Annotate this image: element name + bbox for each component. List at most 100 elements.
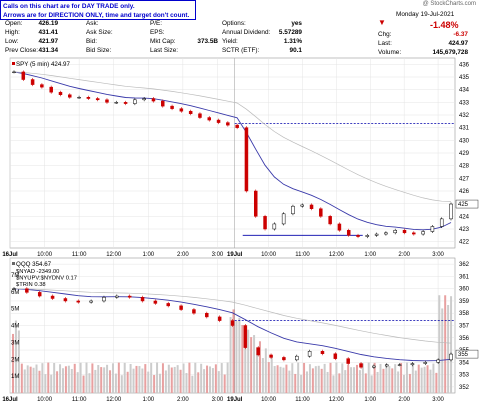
- x-tick-label: 1:00: [364, 252, 376, 258]
- volume-bar: [411, 363, 414, 393]
- candle-body: [115, 295, 119, 298]
- y-tick-label: 427: [459, 176, 470, 182]
- volume-bar: [285, 364, 288, 393]
- volume-bar: [200, 363, 203, 393]
- volume-bar: [129, 364, 132, 393]
- volume-bar: [47, 362, 50, 393]
- volume-bar: [206, 365, 209, 393]
- candle-body: [217, 316, 222, 321]
- chart-root: 422 423 424 425 426 427 428 429 430 431 432 433 434 4…: [0, 0, 480, 406]
- y-tick-label: 424: [459, 214, 470, 220]
- candle-body: [166, 303, 170, 307]
- candle-body: [170, 105, 174, 109]
- volume-bar: [341, 363, 344, 393]
- volume-bar: [420, 367, 423, 393]
- candle-body: [179, 305, 183, 310]
- candle-body: [188, 110, 193, 114]
- volume-bar: [311, 368, 314, 393]
- volume-bar: [144, 364, 147, 393]
- candle-body: [372, 365, 376, 368]
- chart-svg: 422 423 424 425 426 427 428 429 430 431 432 433 434 4…: [2, 57, 479, 403]
- volume-bar: [326, 371, 329, 393]
- volume-bar: [444, 295, 447, 393]
- quote-label: EPS:: [150, 29, 165, 36]
- y-tick-label: 423: [459, 227, 470, 233]
- volume-bar: [191, 375, 194, 393]
- candle-body: [384, 232, 388, 235]
- quote-label: Last Size:: [150, 47, 179, 54]
- volume-bar: [391, 368, 394, 393]
- y-tick-label: 357: [459, 324, 470, 330]
- volume-bar: [41, 363, 44, 393]
- volume-bar: [103, 367, 106, 393]
- volume-bar: [97, 365, 100, 393]
- volume-bar: [111, 363, 114, 393]
- volume-bar: [394, 364, 397, 393]
- candle-body: [102, 297, 106, 302]
- volume-bar: [397, 371, 400, 393]
- volume-bar: [294, 373, 297, 393]
- chg-value: -6.37: [453, 31, 468, 38]
- y-tick-label: 361: [459, 274, 470, 280]
- volume-bar: [350, 367, 353, 393]
- candle-body: [449, 203, 453, 220]
- x-tick-label: 10:00: [37, 252, 53, 258]
- x-tick-label: 2:00: [398, 397, 410, 403]
- x-tick-label: 12:00: [329, 397, 345, 403]
- volume-bar: [123, 362, 126, 393]
- quote-value: 431.41: [38, 29, 58, 36]
- volume-tick-label: 4M: [11, 324, 19, 330]
- volume-bar: [147, 371, 150, 393]
- y-tick-label: 362: [459, 262, 470, 268]
- volume-bar: [253, 335, 256, 393]
- candle-body: [256, 347, 260, 356]
- candle-body: [436, 359, 440, 363]
- series-legend: $TRIN 0.38: [16, 282, 46, 288]
- series-legend: $NYAD -2349.00: [16, 269, 59, 275]
- y-tick-label: 352: [459, 385, 470, 391]
- volume-bar: [106, 364, 109, 393]
- volume-bar: [29, 366, 32, 393]
- volume-bar: [400, 362, 403, 393]
- volume-bar: [250, 337, 253, 393]
- y-tick-label: 426: [459, 189, 470, 195]
- volume-bar: [132, 368, 135, 393]
- volume-bar: [223, 374, 226, 393]
- volume-bar: [153, 375, 156, 393]
- candle-body: [281, 213, 286, 225]
- candle-body: [410, 363, 415, 366]
- candle-body: [12, 288, 16, 290]
- brand-watermark: @ StockCharts.com: [422, 1, 476, 7]
- candle-body: [58, 91, 63, 95]
- volume-bar: [332, 375, 335, 393]
- pct-change: -1.48%: [430, 20, 459, 30]
- x-tick-label: 1:00: [364, 397, 376, 403]
- volume-bar: [379, 363, 382, 393]
- candle-body: [365, 235, 370, 237]
- volume-bar: [447, 304, 450, 393]
- candle-body: [309, 204, 314, 209]
- x-tick-label: 10:00: [37, 397, 53, 403]
- y-tick-label: 422: [459, 240, 470, 246]
- x-tick-label: 11:00: [72, 252, 87, 258]
- volume-bar: [179, 369, 182, 393]
- volume-bar: [126, 371, 129, 393]
- volume-bar: [426, 365, 429, 393]
- last-value-label: 355: [458, 352, 469, 358]
- candle-body: [25, 288, 29, 293]
- volume-bar: [114, 373, 117, 393]
- volume-bar: [414, 370, 417, 393]
- x-tick-label: 1:00: [142, 252, 154, 258]
- quote-value: 1.31%: [283, 38, 302, 45]
- chart-note: Calls on this chart are for DAY TRADE on…: [0, 0, 196, 20]
- volume-bar: [417, 364, 420, 393]
- candle-body: [207, 117, 212, 121]
- candle-body: [127, 295, 132, 298]
- volume-bar: [329, 362, 332, 393]
- volume-bar: [53, 363, 56, 393]
- candle-body: [319, 208, 323, 217]
- y-tick-label: 353: [459, 373, 470, 379]
- volume-bar: [432, 363, 435, 393]
- volume-bar: [67, 365, 70, 393]
- candle-body: [114, 102, 119, 104]
